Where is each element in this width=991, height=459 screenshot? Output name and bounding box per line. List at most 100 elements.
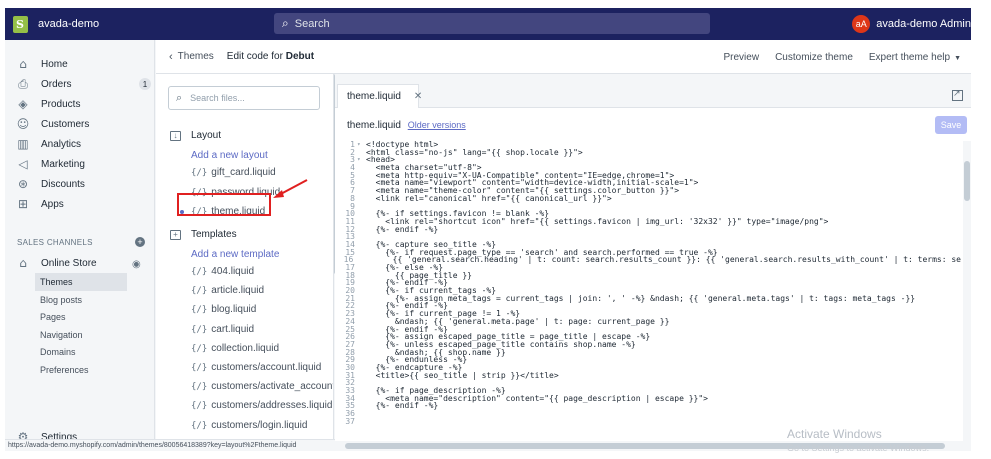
- file-item[interactable]: {/} blog.liquid: [191, 304, 256, 315]
- file-item[interactable]: {/} cart.liquid: [191, 324, 254, 335]
- red-arrow-icon: [273, 179, 308, 198]
- scroll-thumb[interactable]: [964, 161, 970, 201]
- older-versions-link[interactable]: Older versions: [408, 120, 466, 130]
- sidebar-item-orders[interactable]: ⎙ Orders 1: [5, 74, 155, 94]
- sidebar-item-customers[interactable]: ☺ Customers: [5, 114, 155, 134]
- code-text: {{ 'general.search.heading' | t: count: …: [363, 255, 961, 265]
- liquid-file-icon: {/}: [191, 420, 208, 431]
- file-search-placeholder: Search files...: [190, 93, 245, 103]
- orders-icon: ⎙: [18, 76, 28, 91]
- sidebar-subitem-preferences[interactable]: Preferences: [35, 361, 127, 379]
- save-button[interactable]: Save: [935, 116, 967, 134]
- store-name: avada-demo: [38, 18, 100, 30]
- file-name: blog.liquid: [211, 304, 257, 316]
- global-search-input[interactable]: ⌕ Search: [274, 13, 710, 34]
- folder-label: Templates: [191, 229, 237, 240]
- file-item[interactable]: {/} customers/account.liquid: [191, 362, 321, 373]
- file-item[interactable]: {/} customers/addresses.liquid: [191, 400, 332, 411]
- liquid-file-icon: {/}: [191, 363, 208, 373]
- file-search-input[interactable]: ⌕ Search files...: [168, 86, 320, 110]
- add-layout-link[interactable]: Add a new layout: [191, 150, 268, 161]
- file-item[interactable]: {/} customers/activate_account.li: [191, 381, 334, 393]
- activate-windows-subtitle: Go to Settings to activate Windows.: [787, 443, 930, 453]
- editor-header: ‹ Themes Edit code for Debut Preview Cus…: [156, 40, 971, 74]
- back-link-label: Themes: [177, 51, 214, 62]
- sidebar-item-label: Marketing: [41, 158, 85, 170]
- expert-help-dropdown[interactable]: Expert theme help ▼: [869, 52, 961, 63]
- file-name: article.liquid: [211, 285, 265, 297]
- sidebar-item-label: Products: [41, 98, 81, 110]
- file-name: customers/activate_account.li: [211, 381, 334, 393]
- sales-channels-heading: SALES CHANNELS: [17, 238, 93, 247]
- code-editor[interactable]: theme.liquid Older versions Save 1 ▾ <!doc…: [335, 108, 971, 451]
- sidebar-subitem-blog-posts[interactable]: Blog posts: [35, 291, 127, 309]
- code-line: 37: [335, 417, 961, 426]
- search-icon: ⌕: [282, 16, 289, 30]
- close-icon[interactable]: ✕: [414, 91, 422, 102]
- sidebar-item-apps[interactable]: ⊞ Apps: [5, 194, 155, 214]
- add-template-link[interactable]: Add a new template: [191, 249, 279, 260]
- store-switcher[interactable]: avada-demo: [5, 15, 275, 33]
- file-name: cart.liquid: [211, 323, 255, 335]
- liquid-file-icon: {/}: [191, 382, 208, 393]
- search-placeholder: Search: [294, 17, 330, 30]
- sidebar-item-label: Customers: [41, 118, 90, 130]
- layout-folder[interactable]: ↓ Layout: [170, 130, 221, 141]
- apps-icon: ⊞: [17, 197, 29, 211]
- sidebar-item-label: Discounts: [41, 178, 85, 190]
- file-name: collection.liquid: [211, 342, 280, 354]
- liquid-file-icon: {/}: [191, 267, 208, 277]
- code-content[interactable]: 1 ▾ <!doctype html> 2 <html class="no-js" la…: [335, 141, 961, 441]
- highlight-box: [177, 193, 271, 216]
- search-icon: ⌕: [176, 91, 183, 104]
- liquid-file-icon: {/}: [191, 324, 208, 335]
- user-menu[interactable]: aA avada-demo Admin: [852, 8, 971, 40]
- discount-icon: ⊛: [17, 177, 29, 191]
- add-channel-icon[interactable]: +: [135, 237, 145, 247]
- eye-icon[interactable]: ◉: [132, 259, 141, 270]
- code-text: {%- endif -%}: [366, 224, 439, 234]
- sidebar-item-products[interactable]: ◈ Products: [5, 94, 155, 114]
- sidebar-item-label: Analytics: [41, 138, 82, 150]
- liquid-file-icon: {/}: [191, 286, 208, 297]
- file-item[interactable]: {/} 404.liquid: [191, 266, 254, 277]
- file-item[interactable]: {/} customers/login.liquid: [191, 420, 307, 431]
- file-name: customers/login.liquid: [211, 419, 308, 431]
- storefront-icon: ⌂: [19, 256, 27, 270]
- status-bar-url: https://avada-demo.myshopify.com/admin/t…: [5, 439, 335, 451]
- file-item[interactable]: {/} article.liquid: [191, 285, 264, 296]
- sidebar-item-marketing[interactable]: ◁ Marketing: [5, 154, 155, 174]
- sidebar-item-label: Online Store: [41, 257, 97, 269]
- customize-theme-button[interactable]: Customize theme: [775, 52, 853, 63]
- expand-icon[interactable]: [952, 88, 963, 101]
- app-window: avada-demo ⌕ Search aA avada-demo Admin …: [5, 8, 971, 451]
- chevron-left-icon: ‹: [169, 50, 173, 63]
- sidebar-subitem-themes[interactable]: Themes: [35, 273, 127, 291]
- person-icon: ☺: [16, 117, 30, 131]
- vertical-scrollbar[interactable]: [963, 141, 971, 441]
- back-to-themes-link[interactable]: ‹ Themes: [169, 51, 214, 63]
- file-name: 404.liquid: [211, 266, 255, 277]
- sidebar-subitem-domains[interactable]: Domains: [35, 343, 127, 361]
- tag-icon: ◈: [18, 97, 28, 111]
- code-text: <link rel="canonical" href="{{ canonical…: [366, 193, 612, 203]
- liquid-file-icon: {/}: [191, 168, 208, 178]
- liquid-file-icon: {/}: [191, 401, 208, 412]
- sidebar-item-home[interactable]: ⌂ Home: [5, 54, 155, 74]
- sidebar-item-analytics[interactable]: ▥ Analytics: [5, 134, 155, 154]
- file-name: gift_card.liquid: [211, 167, 276, 178]
- preview-button[interactable]: Preview: [724, 52, 760, 63]
- sidebar-subitem-navigation[interactable]: Navigation: [35, 326, 127, 344]
- templates-folder[interactable]: + Templates: [170, 229, 237, 240]
- activate-windows-watermark: Activate Windows: [787, 427, 882, 441]
- file-item[interactable]: {/} gift_card.liquid: [191, 167, 276, 178]
- tab-theme-liquid[interactable]: theme.liquid ✕: [337, 84, 422, 108]
- code-line: 12 {%- endif -%}: [335, 224, 961, 234]
- bar-chart-icon: ▥: [17, 137, 29, 151]
- sidebar-subitem-pages[interactable]: Pages: [35, 308, 127, 326]
- file-item[interactable]: {/} collection.liquid: [191, 343, 279, 354]
- sidebar-item-discounts[interactable]: ⊛ Discounts: [5, 174, 155, 194]
- expert-help-label: Expert theme help: [868, 51, 951, 63]
- code-line: 35 {%- endif -%}: [335, 402, 961, 410]
